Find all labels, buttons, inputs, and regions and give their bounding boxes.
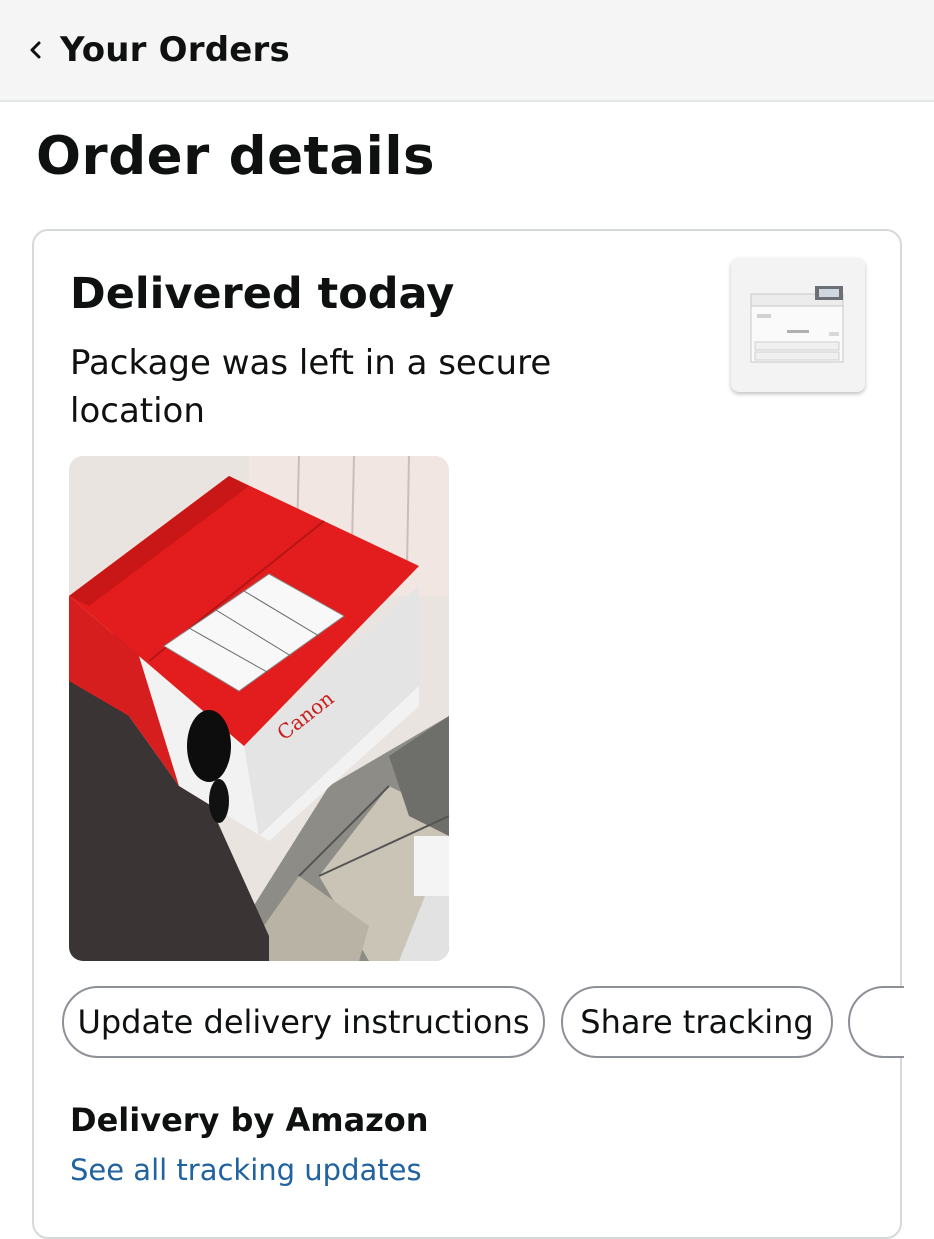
delivery-photo[interactable]: Canon [69,456,449,961]
more-actions-button[interactable] [848,986,904,1058]
product-thumbnail[interactable] [731,258,865,392]
carrier-heading: Delivery by Amazon [70,1101,429,1139]
delivery-status-detail: Package was left in a secure location [70,343,552,431]
update-delivery-instructions-button[interactable]: Update delivery instructions [62,986,545,1058]
page-title: Order details [36,126,436,187]
shipment-actions: Update delivery instructions Share track… [62,986,904,1062]
shipment-card: Delivered today Package was left in a se… [32,229,904,1239]
see-all-tracking-updates-link[interactable]: See all tracking updates [70,1153,422,1187]
delivered-package-photo: Canon [69,456,449,961]
back-to-orders-link[interactable]: Your Orders [26,30,290,70]
top-nav-bar: Your Orders [0,0,934,102]
chevron-left-icon [30,41,41,59]
back-link-label: Your Orders [60,30,290,70]
delivery-status-title: Delivered today [70,269,455,319]
printer-product-image [750,286,844,363]
share-tracking-button[interactable]: Share tracking [561,986,833,1058]
